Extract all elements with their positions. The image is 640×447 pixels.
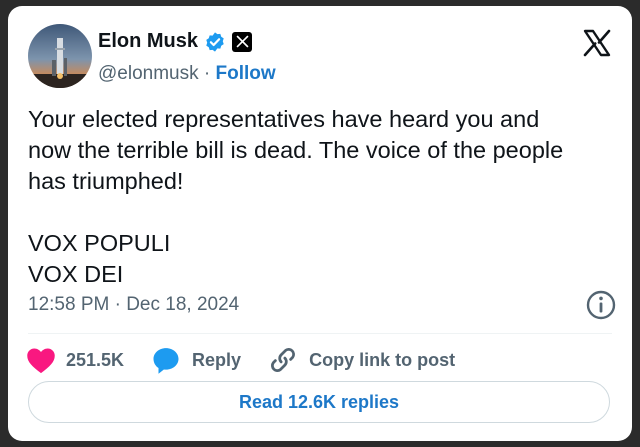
read-replies-button[interactable]: Read 12.6K replies bbox=[28, 381, 610, 423]
author-row: Elon Musk bbox=[98, 30, 253, 53]
handle-row: @elonmusk · Follow bbox=[98, 63, 276, 85]
handle-separator: · bbox=[198, 63, 216, 84]
link-icon bbox=[271, 348, 296, 372]
actions-bar: 251.5K Reply Copy link to post bbox=[26, 340, 481, 380]
x-logo-icon[interactable] bbox=[582, 28, 612, 58]
tweet-text: Your elected representatives have heard … bbox=[28, 106, 564, 287]
timestamp[interactable]: 12:58 PM · Dec 18, 2024 bbox=[28, 294, 239, 316]
like-count: 251.5K bbox=[66, 349, 125, 370]
info-icon[interactable] bbox=[584, 288, 618, 322]
follow-link[interactable]: Follow bbox=[216, 63, 276, 84]
copy-link-label: Copy link to post bbox=[309, 349, 456, 370]
author-name[interactable]: Elon Musk bbox=[98, 30, 198, 53]
reply-label: Reply bbox=[192, 349, 242, 370]
verified-icon bbox=[206, 31, 224, 52]
tweet-card: Elon Musk @elonmusk · Follow Your electe… bbox=[8, 6, 632, 441]
heart-icon bbox=[27, 348, 55, 374]
divider bbox=[28, 333, 612, 334]
like-button[interactable]: 251.5K bbox=[26, 346, 124, 374]
x-badge-icon bbox=[232, 31, 253, 52]
reply-icon bbox=[153, 348, 179, 374]
author-handle[interactable]: @elonmusk bbox=[98, 63, 199, 84]
reply-button[interactable]: Reply bbox=[150, 345, 241, 375]
copy-link-button[interactable]: Copy link to post bbox=[267, 345, 455, 375]
avatar[interactable] bbox=[28, 24, 92, 88]
